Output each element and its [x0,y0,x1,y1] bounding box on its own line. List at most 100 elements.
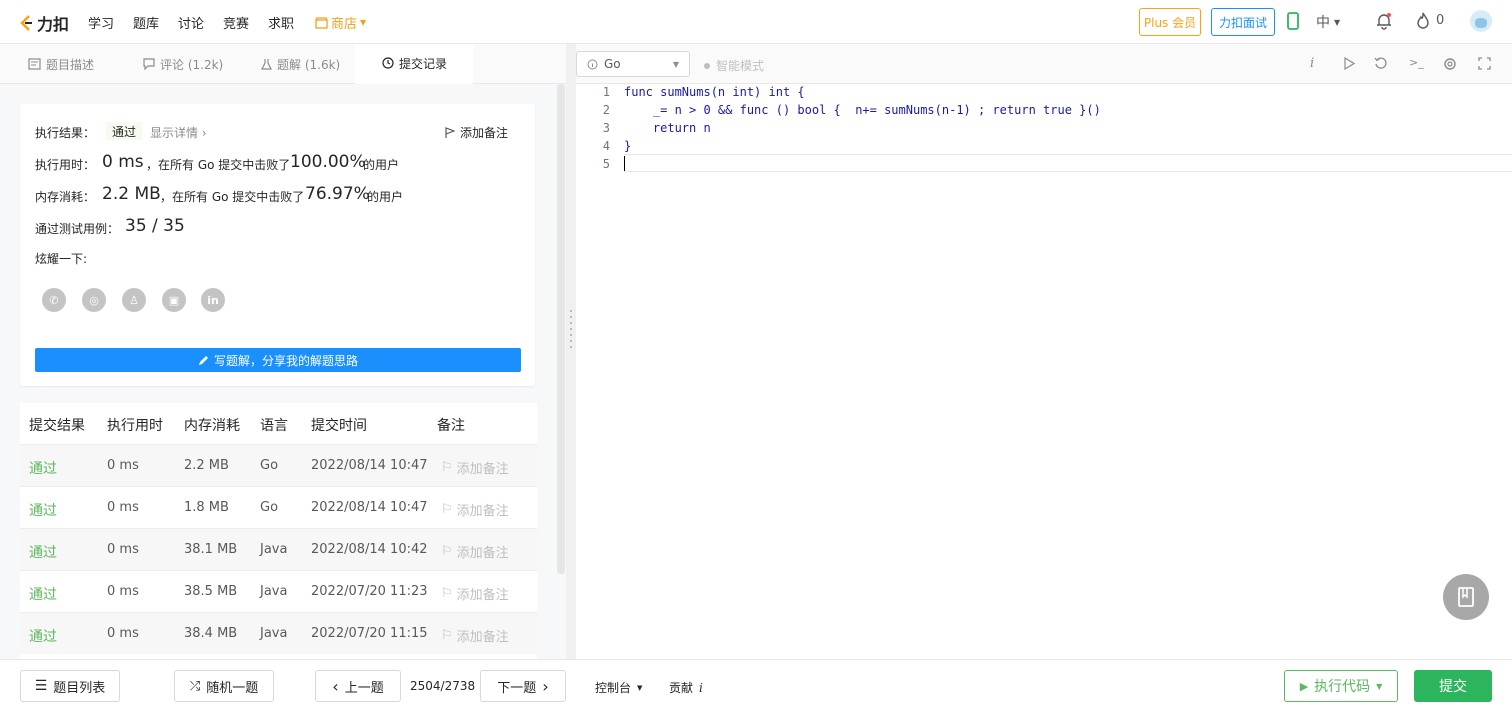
row-status[interactable]: 通过 [29,458,57,478]
status-badge: 通过 [106,122,142,140]
gear-icon[interactable] [1443,57,1457,71]
code-line[interactable]: } [624,139,631,153]
chevron-down-icon: ▼ [360,18,367,27]
add-note-button[interactable]: 添加备注 [445,124,508,141]
linkedin-icon[interactable]: in [201,288,225,312]
weibo-icon[interactable]: ◎ [82,288,106,312]
info-italic-icon: i [699,680,703,695]
submissions-table: 提交结果 执行用时 内存消耗 语言 提交时间 备注 通过 0 ms 2.2 MB… [20,403,537,659]
tab-label: 提交记录 [399,56,448,71]
row-language: Java [260,584,288,599]
random-problem-button[interactable]: ⤮ 随机一题 [174,670,274,702]
row-add-note[interactable]: ⚐ 添加备注 [441,458,509,477]
table-row[interactable]: 通过 0 ms 1.8 MB Go 2022/08/14 10:47 ⚐ 添加备注 [20,486,537,528]
grip-dot [570,346,572,348]
play-icon[interactable] [1344,57,1355,70]
code-editor[interactable]: 1 2 3 4 5 func sumNums(n int) int { _= n… [576,84,1512,659]
problem-list-button[interactable]: ☰ 题目列表 [20,670,120,702]
table-header: 提交结果 执行用时 内存消耗 语言 提交时间 备注 [20,403,537,445]
row-status[interactable]: 通过 [29,500,57,520]
tab-description[interactable]: 题目描述 [28,44,94,84]
code-line[interactable]: return n [624,121,711,135]
runtime-desc: ，在所有 Go 提交中击败了 [146,158,291,172]
show-details-link[interactable]: 显示详情 › [150,124,207,141]
flag-icon [445,126,455,138]
grip-dot [570,310,572,312]
console-toggle[interactable]: 控制台 ▼ [595,679,642,696]
run-code-button[interactable]: ▶ 执行代码 ▼ [1284,670,1398,702]
code-line[interactable]: _= n > 0 && func () bool { n+= sumNums(n… [624,103,1101,117]
row-memory: 38.4 MB [184,626,238,641]
row-status[interactable]: 通过 [29,626,57,646]
language-select[interactable]: Go ▼ [576,51,690,77]
plus-member-button[interactable]: Plus 会员 [1139,8,1201,36]
row-note-label: 添加备注 [456,546,509,561]
language-switch[interactable]: 中 ▼ [1316,12,1340,32]
table-row[interactable]: 通过 0 ms 38.5 MB Java 2022/07/20 11:23 ⚐ 添… [20,570,537,612]
table-row[interactable]: 通过 0 ms 38.1 MB Java 2022/08/14 10:42 ⚐ 添… [20,528,537,570]
run-code-label: 执行代码 [1314,679,1371,695]
nav-discuss[interactable]: 讨论 [178,13,204,32]
contribute-link[interactable]: 贡献 i [669,679,703,696]
nav-store[interactable]: 商店 ▼ [315,13,366,32]
table-row[interactable]: 通过 0 ms 2.2 MB Go 2022/08/14 10:47 ⚐ 添加备注 [20,444,537,486]
tab-label: 题解 (1.6k) [277,57,341,72]
row-status[interactable]: 通过 [29,584,57,604]
douban-icon[interactable]: ▣ [162,288,186,312]
row-add-note[interactable]: ⚐ 添加备注 [441,542,509,561]
line-number: 3 [602,121,610,135]
nav-learn[interactable]: 学习 [88,13,114,32]
left-scrollbar[interactable] [557,84,565,574]
write-solution-button[interactable]: 写题解，分享我的解题思路 [35,348,521,372]
table-row[interactable]: 通过 0 ms 38.4 MB Java 2022/07/20 11:15 ⚐ 添… [20,612,537,654]
row-add-note[interactable]: ⚐ 添加备注 [441,500,509,519]
nav-jobs[interactable]: 求职 [268,13,294,32]
row-language: Go [260,458,279,473]
smart-mode-toggle[interactable]: 智能模式 [704,57,764,74]
avatar[interactable] [1470,10,1492,32]
flag-icon: ⚐ [441,460,453,475]
row-runtime: 0 ms [107,500,139,515]
next-problem-button[interactable]: 下一题 › [480,670,566,702]
row-submitted: 2022/08/14 10:47 [311,458,428,473]
nav-contest[interactable]: 竞赛 [223,13,249,32]
fullscreen-icon[interactable] [1478,57,1491,70]
reset-icon[interactable] [1374,57,1387,70]
mobile-app-icon[interactable] [1287,12,1299,30]
qq-icon[interactable]: ♙ [122,288,146,312]
notebook-icon [1458,587,1474,607]
streak-counter[interactable]: 0 [1416,12,1444,29]
tab-label: 评论 (1.2k) [160,57,224,72]
row-add-note[interactable]: ⚐ 添加备注 [441,584,509,603]
line-number: 5 [602,157,610,171]
wechat-icon[interactable]: ✆ [42,288,66,312]
leetcode-logo[interactable]: 力扣 [18,11,69,35]
tab-comments[interactable]: 评论 (1.2k) [143,44,223,84]
chevron-down-icon: ▼ [637,683,643,692]
prev-problem-button[interactable]: ‹ 上一题 [315,670,401,702]
shuffle-icon: ⤮ [189,678,201,694]
row-runtime: 0 ms [107,458,139,473]
terminal-icon[interactable]: >_ [1409,56,1424,69]
status-dot [704,62,710,69]
submit-button[interactable]: 提交 [1414,670,1492,702]
runtime-suffix: 的用户 [363,158,400,172]
row-add-note[interactable]: ⚐ 添加备注 [441,626,509,645]
nav-problems[interactable]: 题库 [133,13,159,32]
info-italic-icon[interactable]: i [1310,56,1314,71]
row-status[interactable]: 通过 [29,542,57,562]
pencil-icon [198,355,208,365]
code-line[interactable]: func sumNums(n int) int { [624,85,805,99]
text-cursor [624,156,625,171]
tab-solutions[interactable]: 题解 (1.6k) [261,44,340,84]
tab-submissions[interactable]: 提交记录 [355,44,473,84]
interview-button[interactable]: 力扣面试 [1211,8,1275,36]
notes-floating-button[interactable] [1443,574,1489,620]
bell-icon[interactable] [1375,12,1393,30]
panel-splitter[interactable] [566,44,576,659]
row-language: Java [260,542,288,557]
chevron-left-icon: ‹ [332,676,339,696]
row-submitted: 2022/08/14 10:42 [311,542,428,557]
store-label: 商店 [331,17,358,32]
leetcode-logo-icon [20,15,32,31]
